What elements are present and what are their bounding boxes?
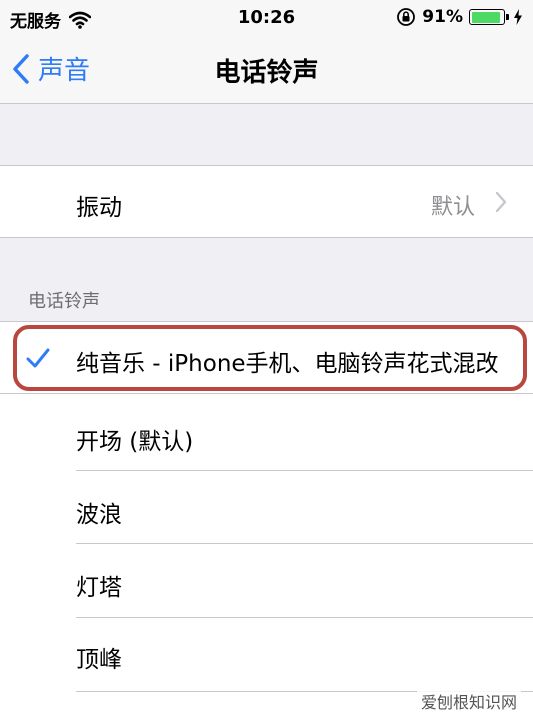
ringtone-label: 波浪 (76, 502, 122, 528)
ringtone-row[interactable]: 灯塔 (0, 544, 533, 617)
status-right: 91% (396, 7, 523, 27)
status-bar: 无服务 10:26 91% (0, 0, 533, 36)
vibration-value: 默认 (430, 195, 475, 220)
watermark: 爱刨根知识网 (416, 688, 521, 714)
ringtone-label: 灯塔 (76, 575, 122, 601)
checkmark-icon (26, 348, 50, 368)
vibration-label: 振动 (76, 195, 122, 221)
section-spacer (0, 104, 533, 166)
page-title: 电话铃声 (214, 58, 319, 88)
section-header-area: 电话铃声 (0, 238, 533, 322)
ringtone-row[interactable]: 顶峰 (0, 618, 533, 691)
ringtone-label: 纯音乐 - iPhone手机、电脑铃声花式混改 (76, 351, 499, 377)
battery-percent: 91% (422, 7, 463, 27)
section-header: 电话铃声 (28, 291, 100, 312)
battery-icon (469, 9, 505, 25)
ringtone-row[interactable]: 开场 (默认) (0, 394, 533, 470)
battery-tip (506, 14, 509, 20)
vibration-row[interactable]: 振动 默认 (0, 166, 533, 237)
battery-fill (471, 11, 500, 23)
chevron-right-icon (495, 191, 507, 213)
ringtone-row-selected[interactable]: 纯音乐 - iPhone手机、电脑铃声花式混改 (0, 322, 533, 393)
ringtone-label: 顶峰 (76, 647, 122, 673)
charging-bolt-icon (514, 9, 522, 25)
navigation-bar: 声音 电话铃声 (0, 36, 533, 104)
ringtone-row[interactable]: 波浪 (0, 471, 533, 543)
ringtone-label: 开场 (默认) (76, 429, 194, 455)
rotation-lock-icon (397, 8, 416, 26)
